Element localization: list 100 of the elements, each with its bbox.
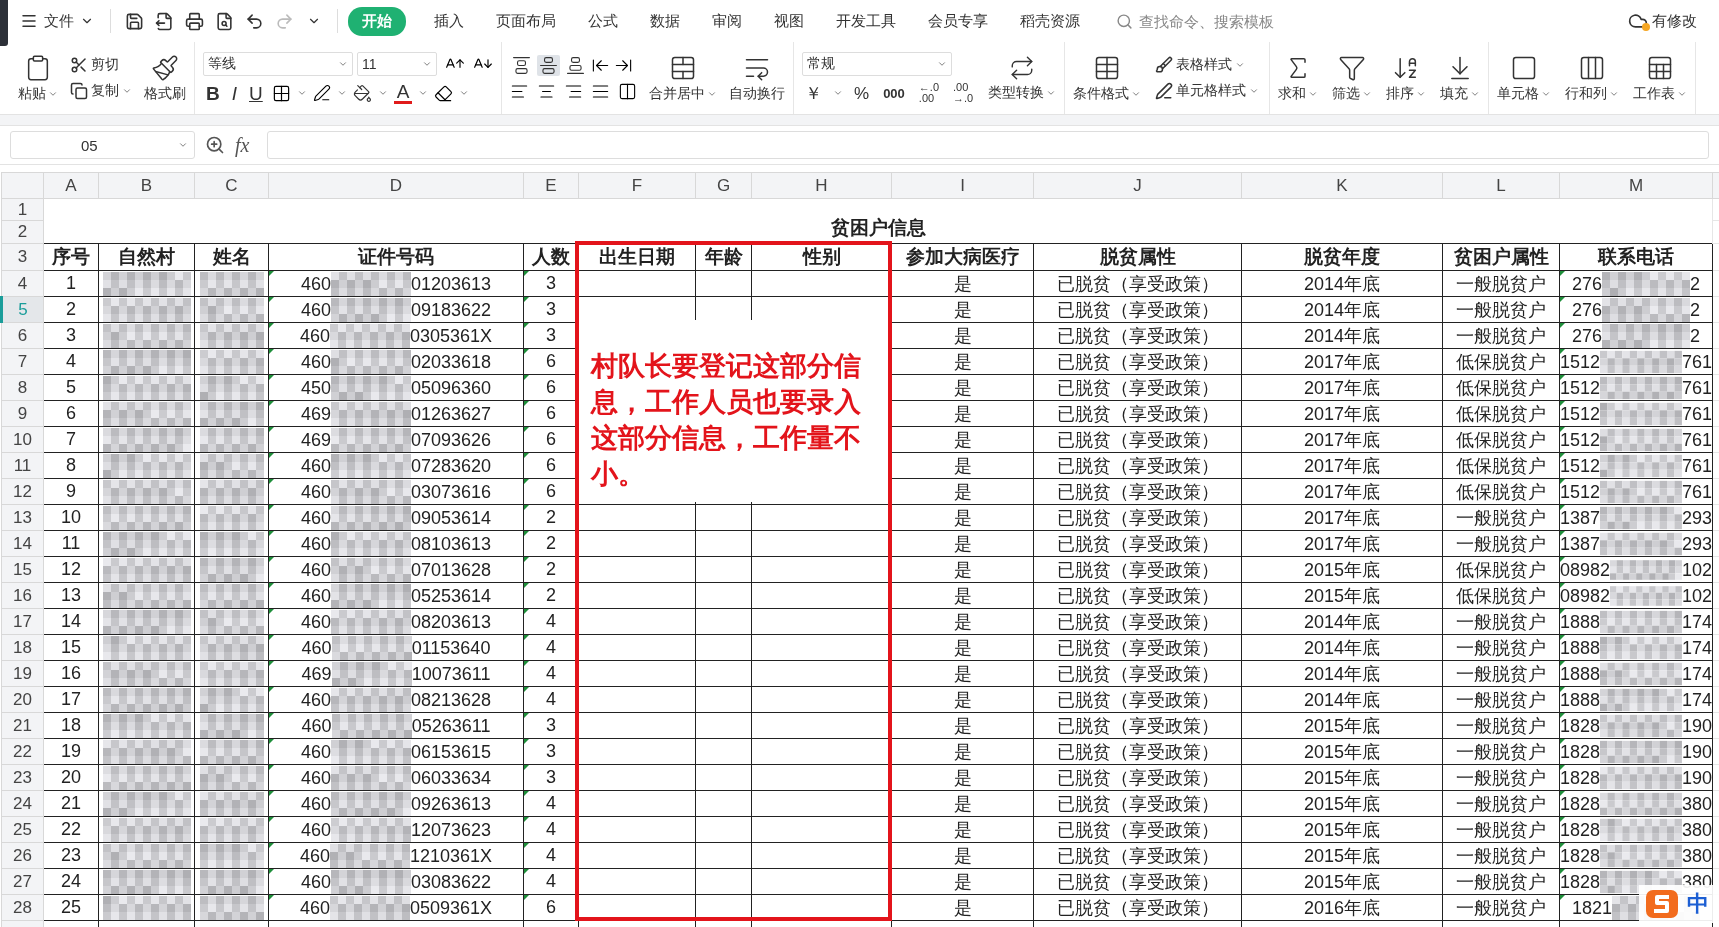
decrease-decimal-button[interactable]: .00 →.0 (950, 82, 977, 104)
currency-button[interactable]: ￥ (802, 84, 825, 102)
filter-button[interactable]: 筛选 (1332, 53, 1373, 103)
align-right-icon[interactable] (564, 82, 583, 101)
column-header[interactable]: A (43, 172, 99, 199)
formula-field[interactable] (267, 131, 1709, 159)
borders-icon[interactable] (271, 83, 291, 103)
row-header[interactable]: 7 (1, 348, 44, 375)
function-button[interactable]: fx (235, 133, 250, 157)
number-format-field[interactable]: 常规 (802, 52, 952, 76)
column-header[interactable]: L (1442, 172, 1560, 199)
column-header[interactable]: F (578, 172, 696, 199)
increase-indent-icon[interactable] (614, 56, 633, 75)
column-header[interactable]: K (1241, 172, 1443, 199)
row-header[interactable]: 18 (1, 634, 44, 661)
column-header[interactable]: B (98, 172, 195, 199)
column-header[interactable]: M (1559, 172, 1713, 199)
column-header[interactable]: D (268, 172, 524, 199)
bold-button[interactable]: B (203, 83, 223, 103)
column-header[interactable]: J (1033, 172, 1242, 199)
merge-center-button[interactable]: 合并居中 (649, 53, 717, 103)
row-header[interactable]: 9 (1, 400, 44, 427)
justify-icon[interactable] (591, 82, 610, 101)
ribbon-tab[interactable]: 审阅 (698, 6, 756, 36)
row-header[interactable]: 23 (1, 764, 44, 791)
row-header[interactable]: 15 (1, 556, 44, 583)
table-style-button[interactable]: 表格样式 (1153, 55, 1262, 75)
vertical-align-button[interactable] (564, 55, 587, 76)
percent-button[interactable]: % (851, 84, 873, 102)
ribbon-tab[interactable]: 插入 (420, 6, 478, 36)
underline-button[interactable]: U (246, 83, 266, 103)
column-header[interactable]: E (523, 172, 579, 199)
rows-columns-button[interactable]: 行和列 (1565, 53, 1620, 103)
font-name-field[interactable]: 等线 (203, 52, 353, 76)
row-header[interactable]: 28 (1, 894, 44, 921)
ribbon-tab[interactable]: 会员专享 (914, 6, 1002, 36)
row-header[interactable]: 8 (1, 374, 44, 401)
cell-format-icon[interactable] (312, 84, 331, 102)
align-center-icon[interactable] (537, 82, 556, 101)
row-header[interactable]: 1 (1, 198, 44, 221)
phone-number-text: 276 (1571, 324, 1602, 348)
ribbon-tab[interactable]: 开发工具 (822, 6, 910, 36)
row-header[interactable]: 19 (1, 660, 44, 687)
type-convert-button[interactable]: 类型转换 (988, 54, 1057, 102)
row-header[interactable]: 27 (1, 868, 44, 895)
format-painter-button[interactable]: 格式刷 (144, 53, 186, 103)
row-header[interactable]: 2 (1, 220, 44, 244)
ribbon-tab[interactable]: 页面布局 (482, 6, 570, 36)
copy-button[interactable]: 复制 (68, 81, 134, 101)
vertical-align-button[interactable] (510, 55, 533, 76)
cell-style-button[interactable]: 单元格样式 (1153, 81, 1262, 101)
worksheet-button[interactable]: 工作表 (1633, 53, 1688, 103)
sort-button[interactable]: 排序 (1386, 53, 1427, 103)
conditional-format-button[interactable]: 条件格式 (1073, 53, 1142, 103)
search-field[interactable]: 查找命令、搜索模板 (1137, 11, 1307, 31)
row-header[interactable]: 21 (1, 712, 44, 739)
decrease-indent-icon[interactable] (591, 56, 610, 75)
italic-button[interactable]: I (228, 83, 240, 103)
file-menu[interactable]: 文件 (14, 5, 100, 37)
row-header[interactable]: 10 (1, 426, 44, 453)
column-header[interactable]: C (194, 172, 269, 199)
thousands-button[interactable]: 000 (880, 86, 908, 100)
align-left-icon[interactable] (510, 82, 529, 101)
font-size-field[interactable]: 11 (357, 52, 437, 76)
row-header[interactable]: 24 (1, 790, 44, 817)
row-header[interactable]: 25 (1, 816, 44, 843)
ime-toolbar[interactable]: 中 (1639, 885, 1719, 923)
row-header[interactable]: 14 (1, 530, 44, 557)
row-header[interactable]: 20 (1, 686, 44, 713)
cells-button[interactable]: 单元格 (1497, 53, 1552, 103)
column-header[interactable]: G (695, 172, 752, 199)
cut-button[interactable]: 剪切 (68, 55, 134, 75)
row-header[interactable]: 3 (1, 243, 44, 271)
ribbon-tab[interactable]: 视图 (760, 6, 818, 36)
wrap-text-button[interactable]: 自动换行 (729, 53, 785, 103)
row-header[interactable]: 6 (1, 322, 44, 349)
row-header[interactable]: 11 (1, 452, 44, 479)
zoom-icon[interactable] (205, 135, 225, 155)
distribute-icon[interactable] (618, 82, 637, 101)
fill-button[interactable]: 填充 (1440, 53, 1481, 103)
ribbon-tab[interactable]: 数据 (636, 6, 694, 36)
font-color-button[interactable]: A (393, 82, 413, 104)
increase-decimal-button[interactable]: ←.0 .00 (915, 82, 942, 104)
clear-icon[interactable] (434, 83, 454, 103)
name-box[interactable]: 05 (10, 131, 195, 159)
ribbon-tab[interactable]: 公式 (574, 6, 632, 36)
sum-button[interactable]: 求和 (1278, 53, 1319, 103)
row-header[interactable]: 26 (1, 842, 44, 869)
vertical-align-button[interactable] (537, 55, 560, 76)
column-header[interactable]: H (751, 172, 892, 199)
row-header[interactable]: 16 (1, 582, 44, 609)
paste-button[interactable]: 粘贴 (18, 53, 58, 103)
row-header[interactable]: 12 (1, 478, 44, 505)
ribbon-tab[interactable]: 稻壳资源 (1006, 6, 1094, 36)
fill-color-icon[interactable] (352, 83, 372, 103)
row-header[interactable]: 4 (1, 270, 44, 297)
row-header[interactable]: 13 (1, 504, 44, 531)
row-header[interactable]: 22 (1, 738, 44, 765)
row-header[interactable]: 17 (1, 608, 44, 635)
column-header[interactable]: I (891, 172, 1034, 199)
